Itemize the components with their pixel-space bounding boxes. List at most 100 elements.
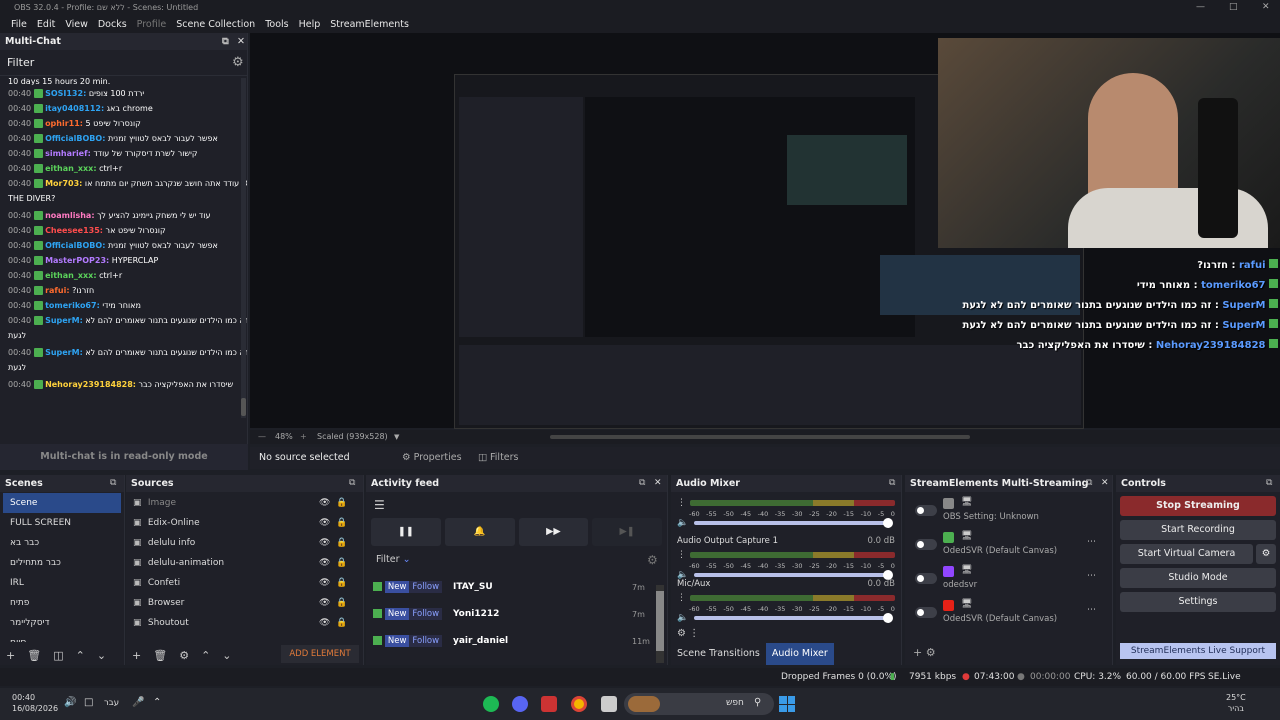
scene-item[interactable]: Scene	[3, 493, 121, 513]
studio-mode-button[interactable]: Studio Mode	[1120, 568, 1276, 588]
undock-icon[interactable]: ⧉	[639, 475, 645, 492]
add-icon[interactable]: +	[132, 649, 141, 662]
tab-audio-mixer[interactable]: Audio Mixer	[765, 643, 834, 665]
more-icon[interactable]: ⋯	[1087, 537, 1096, 547]
filter-icon[interactable]: ◫	[53, 649, 63, 662]
mixer-gear-icon[interactable]: ⚙ ⋮	[677, 628, 699, 639]
source-item[interactable]: ▣ Confeti 👁 🔒	[126, 573, 363, 593]
source-item[interactable]: ▣ Shoutout 👁 🔒	[126, 613, 363, 633]
weather-widget[interactable]: 25°C בהיר	[1226, 692, 1246, 714]
preview-canvas[interactable]: ?חזרנו : rafui מאוחר מידי : tomeriko67 ז…	[250, 33, 1280, 444]
stream-toggle[interactable]	[915, 539, 937, 550]
gear-icon[interactable]: ⚙	[1256, 544, 1276, 564]
chat-scrollbar[interactable]	[241, 78, 246, 418]
search-box[interactable]: חפש ⚲	[624, 693, 774, 715]
chat-username[interactable]: noamlisha:	[45, 211, 94, 220]
chat-username[interactable]: Mor703:	[45, 179, 82, 188]
scene-item[interactable]: FULL SCREEN	[3, 513, 121, 533]
speaker-icon[interactable]: 🔈	[677, 613, 688, 623]
bell-icon[interactable]: 🔔	[444, 518, 515, 546]
filter-label[interactable]: Filter	[376, 554, 400, 565]
preview-hscroll[interactable]	[550, 435, 970, 439]
undock-icon[interactable]: ⧉	[889, 475, 895, 492]
volume-fader[interactable]	[694, 570, 893, 580]
gear-icon[interactable]: ⚙	[179, 649, 189, 662]
menu-edit[interactable]: Edit	[32, 19, 60, 30]
trash-icon[interactable]: 🗑	[27, 649, 41, 662]
lock-icon[interactable]: 🔒	[336, 533, 347, 553]
lock-icon[interactable]: 🔒	[336, 513, 347, 533]
eye-icon[interactable]: 👁	[319, 533, 330, 553]
trash-icon[interactable]: 🗑	[153, 649, 167, 662]
lock-icon[interactable]: 🔒	[336, 593, 347, 613]
live-support-button[interactable]: StreamElements Live Support	[1120, 643, 1276, 659]
chat-username[interactable]: itay0408112:	[45, 104, 104, 113]
lock-icon[interactable]: 🔒	[336, 573, 347, 593]
activity-row[interactable]: New Follow Yoni1212 7m	[366, 601, 667, 628]
speaker-icon[interactable]: 🔊	[64, 697, 76, 708]
minimize-icon[interactable]: —	[1196, 0, 1205, 15]
undock-icon[interactable]: ⧉	[1266, 475, 1272, 492]
stream-target-row[interactable]: 🖥 OdedSVR (Default Canvas) ⋯	[909, 597, 1108, 631]
eye-icon[interactable]: 👁	[319, 613, 330, 633]
chat-username[interactable]: SuperM:	[45, 348, 83, 357]
menu-view[interactable]: View	[60, 19, 93, 30]
hamburger-icon[interactable]: ☰	[366, 492, 667, 518]
menu-docks[interactable]: Docks	[93, 19, 132, 30]
more-icon[interactable]: ⋯	[1087, 571, 1096, 581]
stream-toggle[interactable]	[915, 607, 937, 618]
lock-icon[interactable]: 🔒	[336, 613, 347, 633]
stop-streaming-button[interactable]: Stop Streaming	[1120, 496, 1276, 516]
discord-icon[interactable]	[512, 696, 528, 712]
close-icon[interactable]: ✕	[654, 475, 662, 492]
app-icon[interactable]	[541, 696, 557, 712]
stream-target-row[interactable]: 🖥 odedsvr ⋯	[909, 563, 1108, 597]
chat-username[interactable]: tomeriko67:	[45, 301, 100, 310]
eye-icon[interactable]: 👁	[319, 513, 330, 533]
menu-streamelements[interactable]: StreamElements	[325, 19, 414, 30]
add-icon[interactable]: +	[6, 649, 15, 662]
speaker-icon[interactable]: 🔈	[677, 518, 688, 528]
activity-row[interactable]: New Follow ITAY_SU 7m	[366, 574, 667, 601]
activity-row[interactable]: New Follow yair_daniel 11m	[366, 628, 667, 655]
menu-scene-collection[interactable]: Scene Collection	[171, 19, 260, 30]
undock-icon[interactable]: ⧉	[1086, 475, 1092, 492]
stream-toggle[interactable]	[915, 573, 937, 584]
file-explorer-icon[interactable]	[601, 696, 617, 712]
channel-menu-icon[interactable]: ⋮	[677, 498, 686, 508]
more-icon[interactable]: ⋯	[1087, 605, 1096, 615]
scene-item[interactable]: IRL	[3, 573, 121, 593]
menu-help[interactable]: Help	[294, 19, 326, 30]
scene-item[interactable]: כבר מתחילים	[3, 553, 121, 573]
menu-file[interactable]: File	[6, 19, 32, 30]
maximize-icon[interactable]: □	[1229, 0, 1238, 15]
stream-target-row[interactable]: 🖥 OdedSVR (Default Canvas) ⋯	[909, 529, 1108, 563]
zoom-level[interactable]: 48%	[275, 430, 293, 444]
chat-username[interactable]: SuperM:	[45, 316, 83, 325]
chat-username[interactable]: rafui:	[45, 286, 69, 295]
scene-item[interactable]: סיום	[3, 633, 121, 642]
scene-item[interactable]: כבר בא	[3, 533, 121, 553]
undock-icon[interactable]: ⧉	[222, 33, 229, 50]
chat-username[interactable]: ophir11:	[45, 119, 83, 128]
scene-item[interactable]: פתיח	[3, 593, 121, 613]
chat-username[interactable]: eithan_xxx:	[45, 271, 96, 280]
language-indicator[interactable]: עבר	[104, 698, 119, 708]
source-item[interactable]: ▣ Image 👁 🔒	[126, 493, 363, 513]
chat-message-list[interactable]: 00:40 SOSI132: ירדת 100 צופים 00:40 itay040…	[0, 85, 247, 391]
clock[interactable]: 00:40 16/08/2026	[12, 692, 58, 714]
gear-icon[interactable]: ⚙	[647, 546, 658, 574]
eye-icon[interactable]: 👁	[319, 573, 330, 593]
start-virtual-camera-button[interactable]: Start Virtual Camera	[1120, 544, 1253, 564]
undock-icon[interactable]: ⧉	[349, 475, 355, 492]
menu-profile[interactable]: Profile	[132, 19, 172, 30]
source-item[interactable]: ▣ delulu-animation 👁 🔒	[126, 553, 363, 573]
chat-username[interactable]: OfficialBOBO:	[45, 241, 105, 250]
menu-tools[interactable]: Tools	[260, 19, 293, 30]
chevron-down-icon[interactable]: ▼	[394, 430, 399, 444]
source-item[interactable]: ▣ Browser 👁 🔒	[126, 593, 363, 613]
arrow-up-icon[interactable]: ⌃	[201, 649, 210, 662]
source-item[interactable]: ▣ Edix-Online 👁 🔒	[126, 513, 363, 533]
add-element-button[interactable]: ADD ELEMENT	[281, 645, 359, 663]
add-icon[interactable]: + ⚙	[913, 646, 936, 659]
